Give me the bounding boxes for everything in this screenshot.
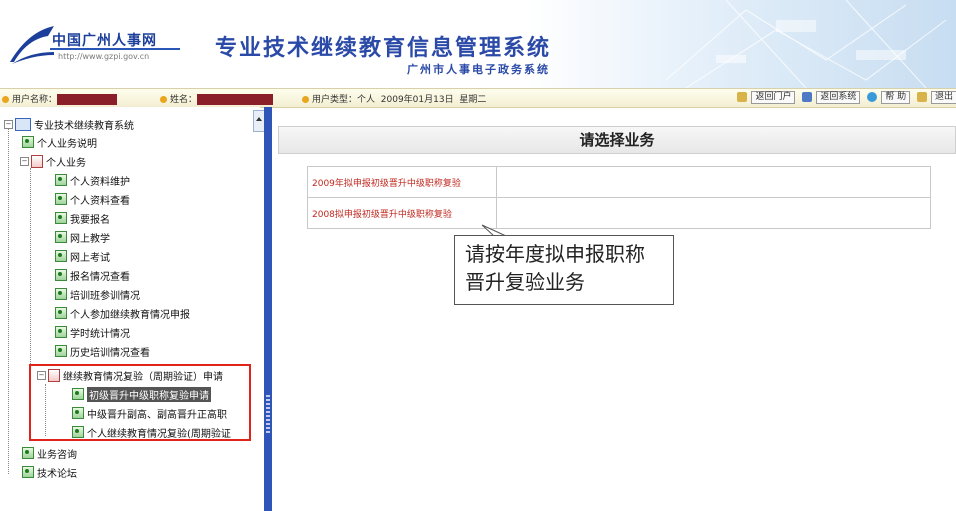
bullet-icon xyxy=(302,96,309,103)
header-decoration xyxy=(665,0,947,88)
page-icon xyxy=(55,288,67,300)
page-icon xyxy=(55,345,67,357)
page-header: 中国广州人事网 http://www.gzpi.gov.cn 专业技术继续教育信… xyxy=(0,0,956,88)
tree-item-guide[interactable]: 个人业务说明 xyxy=(22,135,97,150)
scroll-up-icon[interactable] xyxy=(256,117,262,121)
name-redacted xyxy=(197,94,274,105)
tree-item-label: 网上考试 xyxy=(70,252,110,264)
system-subtitle: 广州市人事电子政务系统 xyxy=(407,63,550,76)
collapse-icon[interactable]: − xyxy=(4,119,13,129)
page-icon xyxy=(22,447,34,459)
username-label: 用户名称： xyxy=(12,95,58,105)
system-root-icon xyxy=(15,117,31,131)
table-cell-empty xyxy=(496,166,931,198)
usertype-value: 个人 xyxy=(357,95,376,105)
panel-splitter[interactable] xyxy=(264,107,272,511)
page-title: 请选择业务 xyxy=(278,126,956,154)
tree-item-education-report[interactable]: 个人参加继续教育情况申报 xyxy=(55,306,190,321)
folder-icon xyxy=(31,154,43,168)
usertype-label: 用户类型： xyxy=(312,95,358,105)
tree-item-label: 个人业务说明 xyxy=(37,138,97,150)
table-cell-empty xyxy=(496,197,931,229)
table-row: 2008拟申报初级晋升中级职称复验 xyxy=(307,197,931,229)
bullet-icon xyxy=(2,96,9,103)
username-redacted xyxy=(57,94,118,105)
tree-item-label: 报名情况查看 xyxy=(70,271,130,283)
tree-root[interactable]: − 专业技术继续教育系统 xyxy=(4,117,134,132)
tree-item-label: 技术论坛 xyxy=(37,468,77,480)
page-icon xyxy=(55,250,67,262)
tree-item-label: 学时统计情况 xyxy=(70,328,130,340)
tree-item-label: 历史培训情况查看 xyxy=(70,347,150,359)
tree-item-label: 业务咨询 xyxy=(37,449,77,461)
username-field: 用户名称： xyxy=(2,92,118,105)
logout-icon xyxy=(916,91,927,102)
tree-item-label: 个人资料维护 xyxy=(70,176,130,188)
page-icon xyxy=(22,136,34,148)
current-weekday: 星期二 xyxy=(459,95,487,105)
page-icon xyxy=(55,174,67,186)
current-date: 2009年01月13日 xyxy=(380,95,454,105)
tree-item-label: 个人参加继续教育情况申报 xyxy=(70,309,190,321)
tree-item-online-exam[interactable]: 网上考试 xyxy=(55,249,110,264)
usertype-field: 用户类型：个人 2009年01月13日 星期二 xyxy=(302,92,486,105)
tree-item-label: 培训班参训情况 xyxy=(70,290,140,302)
collapse-icon[interactable]: − xyxy=(20,156,29,166)
tree-item-consult[interactable]: 业务咨询 xyxy=(22,446,77,461)
business-link-2009[interactable]: 2009年拟申报初级晋升中级职称复验 xyxy=(307,166,497,198)
back-portal-button[interactable]: 返回门户 xyxy=(751,91,796,104)
tree-root-label: 专业技术继续教育系统 xyxy=(34,120,134,132)
page-icon xyxy=(55,212,67,224)
home-icon xyxy=(737,91,748,102)
logo-divider xyxy=(50,48,180,50)
tree-item-label: 我要报名 xyxy=(70,214,110,226)
tree-item-label: 个人业务 xyxy=(46,157,86,169)
tree-item-profile-view[interactable]: 个人资料查看 xyxy=(55,192,130,207)
page-icon xyxy=(22,466,34,478)
page-icon xyxy=(55,193,67,205)
tree-item-profile-edit[interactable]: 个人资料维护 xyxy=(55,173,130,188)
tree-item-training-status[interactable]: 培训班参训情况 xyxy=(55,287,140,302)
tree-item-label: 网上教学 xyxy=(70,233,110,245)
business-table: 2009年拟申报初级晋升中级职称复验 2008拟申报初级晋升中级职称复验 xyxy=(307,166,931,229)
logo-text: 中国广州人事网 xyxy=(52,33,157,49)
help-button[interactable]: 帮 助 xyxy=(881,91,911,104)
page-icon xyxy=(55,326,67,338)
tree-guide-line xyxy=(30,168,31,386)
tree-item-signup-status[interactable]: 报名情况查看 xyxy=(55,268,130,283)
tree-item-signup[interactable]: 我要报名 xyxy=(55,211,110,226)
back-system-button[interactable]: 返回系统 xyxy=(816,91,861,104)
system-icon xyxy=(802,91,813,102)
tree-item-history[interactable]: 历史培训情况查看 xyxy=(55,344,150,359)
bullet-icon xyxy=(160,96,167,103)
help-icon xyxy=(867,91,878,102)
table-row: 2009年拟申报初级晋升中级职称复验 xyxy=(307,166,931,198)
business-link-2008[interactable]: 2008拟申报初级晋升中级职称复验 xyxy=(307,197,497,229)
splitter-grip-icon[interactable] xyxy=(266,395,270,435)
logout-button[interactable]: 退出 xyxy=(930,91,956,104)
tree-item-forum[interactable]: 技术论坛 xyxy=(22,465,77,480)
tree-item-label: 个人资料查看 xyxy=(70,195,130,207)
highlight-box xyxy=(29,364,251,441)
name-label: 姓名： xyxy=(170,95,198,105)
user-info-bar: 用户名称： 姓名： 用户类型：个人 2009年01月13日 星期二 返回门户 返… xyxy=(0,88,956,108)
tree-item-hours-stats[interactable]: 学时统计情况 xyxy=(55,325,130,340)
page-icon xyxy=(55,231,67,243)
logo-url: http://www.gzpi.gov.cn xyxy=(58,52,150,61)
tree-item-personal[interactable]: − 个人业务 xyxy=(20,154,86,169)
instruction-callout: 请按年度拟申报职称晋升复验业务 xyxy=(454,235,674,305)
page-icon xyxy=(55,269,67,281)
logo-swoosh-icon xyxy=(10,26,54,64)
header-actions: 返回门户 返回系统 帮 助 退出 xyxy=(733,91,956,104)
name-field: 姓名： xyxy=(160,92,274,105)
tree-item-online-teaching[interactable]: 网上教学 xyxy=(55,230,110,245)
system-title: 专业技术继续教育信息管理系统 xyxy=(215,36,552,61)
page-icon xyxy=(55,307,67,319)
tree-guide-line xyxy=(8,126,9,474)
